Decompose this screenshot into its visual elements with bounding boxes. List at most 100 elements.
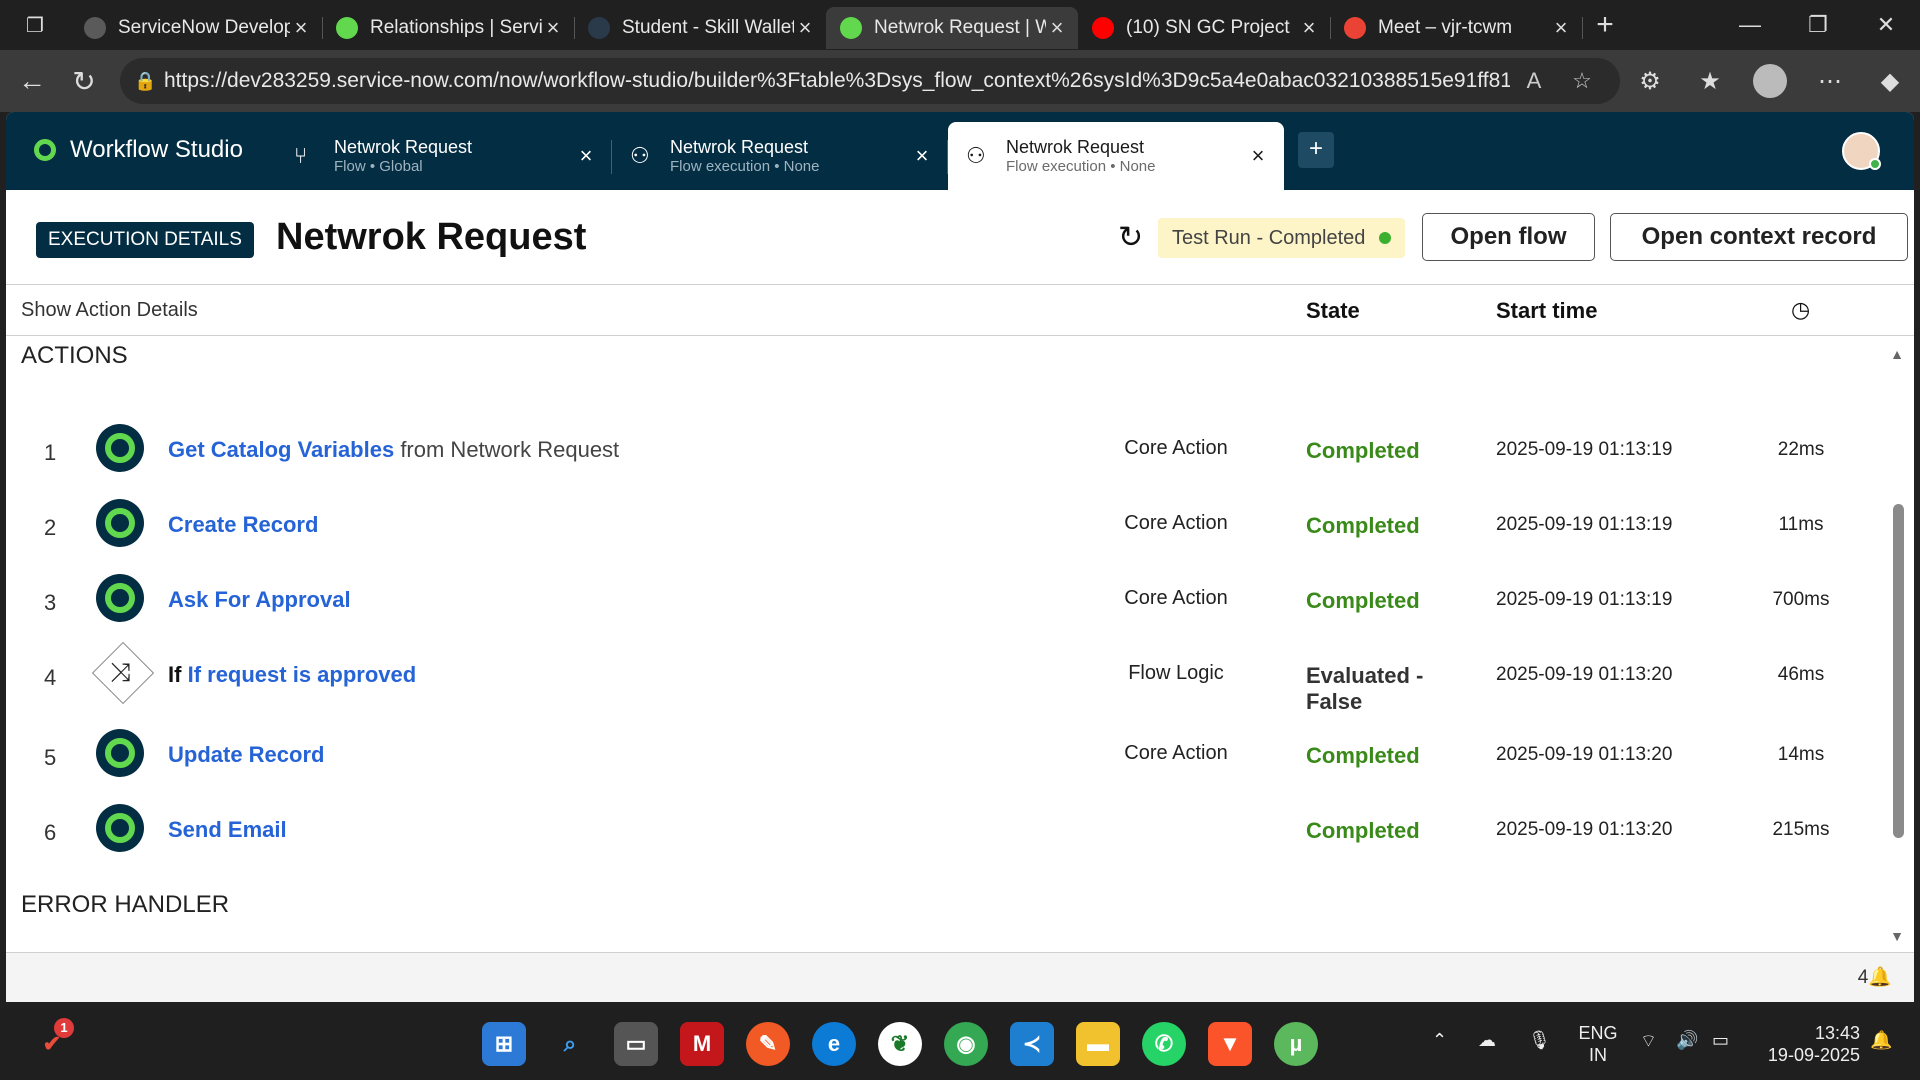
action-name: Send Email [168, 817, 287, 843]
close-tab-icon[interactable]: × [1046, 15, 1068, 41]
browser-tab[interactable]: (10) SN GC Project × [1078, 7, 1331, 49]
volume-icon[interactable]: 🔊 [1676, 1030, 1698, 1051]
profile-avatar[interactable] [1753, 64, 1787, 98]
open-flow-button[interactable]: Open flow [1422, 213, 1595, 261]
show-hidden-icons[interactable]: ⌃ [1432, 1030, 1447, 1051]
action-start-time: 2025-09-19 01:13:19 [1496, 514, 1673, 535]
mcafee-icon[interactable]: M [680, 1022, 724, 1066]
action-state: Completed [1306, 743, 1420, 768]
table-row[interactable]: 2 Create Record Core Action Completed 2025-0… [6, 499, 1886, 561]
browser-tab[interactable]: Relationships | ServiceNow× [322, 7, 575, 49]
status-dot-icon [1379, 232, 1392, 244]
new-tab-button[interactable]: + [1582, 8, 1628, 42]
chrome-icon[interactable]: ◉ [944, 1022, 988, 1066]
action-link[interactable]: Get Catalog Variables [168, 437, 394, 462]
more-menu-icon[interactable]: ⋯ [1800, 67, 1860, 96]
browser-tab[interactable]: Netwrok Request | Workflow× [826, 7, 1078, 49]
action-name: If If request is approved [168, 662, 416, 688]
action-duration: 215ms [1772, 819, 1830, 840]
vscode-icon[interactable]: ≺ [1010, 1022, 1054, 1066]
scrollbar-thumb[interactable] [1893, 504, 1904, 838]
online-status-icon [1869, 158, 1881, 170]
close-tab-icon[interactable]: × [290, 15, 312, 41]
browser-tab-title: ServiceNow Developer [118, 17, 290, 38]
row-number: 6 [44, 820, 57, 845]
restore-icon[interactable]: ❐ [1784, 12, 1852, 38]
action-icon [96, 804, 144, 852]
table-row[interactable]: 6 Send Email Completed 2025-09-19 01:13:20 2… [6, 804, 1886, 866]
favicon-icon [588, 17, 610, 39]
search-icon[interactable]: ⌕ [548, 1022, 592, 1066]
tab-2[interactable]: ⚇ Netwrok Request Flow execution • None × [612, 122, 948, 190]
favorites-icon[interactable]: ★ [1680, 67, 1740, 96]
open-context-record-button[interactable]: Open context record [1610, 213, 1908, 261]
table-row[interactable]: 5 Update Record Core Action Completed 2025-0… [6, 729, 1886, 791]
action-link[interactable]: Send Email [168, 817, 287, 842]
favicon-icon [336, 17, 358, 39]
table-row[interactable]: 4 ⤨ If If request is approved Flow Logic Eva… [6, 641, 1886, 714]
task-view-icon[interactable]: ▭ [614, 1022, 658, 1066]
browser-tab[interactable]: ServiceNow Developer× [70, 7, 323, 49]
notifications-button[interactable]: 4🔔 [1858, 965, 1892, 989]
scroll-up-icon[interactable]: ▲ [1890, 346, 1904, 362]
close-tab-icon[interactable]: × [542, 15, 564, 41]
microphone-icon[interactable]: 🎙 [1528, 1030, 1551, 1051]
action-type: Flow Logic [1128, 662, 1224, 684]
favicon-icon [840, 17, 862, 39]
close-tab-icon[interactable]: × [910, 143, 934, 169]
edge-icon[interactable]: e [812, 1022, 856, 1066]
copilot-icon[interactable]: ◆ [1860, 67, 1920, 96]
browser-tab[interactable]: Student - Skill Wallet × [574, 7, 827, 49]
close-window-icon[interactable]: ✕ [1852, 12, 1920, 38]
start-icon[interactable]: ⊞ [482, 1022, 526, 1066]
whatsapp-icon[interactable]: ✆ [1142, 1022, 1186, 1066]
action-link[interactable]: If request is approved [188, 662, 417, 687]
show-action-details-toggle[interactable]: Show Action Details [21, 299, 198, 322]
close-tab-icon[interactable]: × [1550, 15, 1572, 41]
close-tab-icon[interactable]: × [1246, 143, 1270, 169]
url-text: https://dev283259.service-now.com/now/wo… [164, 69, 1510, 92]
pen-app-icon[interactable]: ✎ [746, 1022, 790, 1066]
row-number: 1 [44, 440, 57, 465]
back-icon[interactable]: ← [6, 65, 58, 97]
notification-center-icon[interactable]: 🔔 [1870, 1030, 1892, 1051]
tab-3[interactable]: ⚇ Netwrok Request Flow execution • None × [948, 122, 1284, 190]
mongodb-icon[interactable]: ❦ [878, 1022, 922, 1066]
action-link[interactable]: Ask For Approval [168, 587, 351, 612]
browser-tab[interactable]: Meet – vjr-tcwm × [1330, 7, 1583, 49]
action-name: Create Record [168, 512, 318, 538]
close-tab-icon[interactable]: × [794, 15, 816, 41]
language-indicator[interactable]: ENG IN [1578, 1022, 1618, 1066]
action-link[interactable]: Update Record [168, 742, 324, 767]
add-tab-button[interactable]: + [1298, 132, 1334, 168]
scroll-down-icon[interactable]: ▼ [1890, 928, 1904, 944]
clock[interactable]: 13:43 19-09-2025 [1760, 1022, 1860, 1066]
brave-icon[interactable]: ▼ [1208, 1022, 1252, 1066]
read-aloud-icon[interactable]: A [1510, 68, 1558, 94]
user-avatar[interactable] [1842, 132, 1881, 170]
browser-tab-title: (10) SN GC Project [1126, 17, 1290, 38]
action-link[interactable]: Create Record [168, 512, 318, 537]
minimize-icon[interactable]: — [1716, 12, 1784, 38]
url-field[interactable]: 🔒 https://dev283259.service-now.com/now/… [120, 58, 1620, 104]
battery-icon[interactable]: ▭ [1712, 1030, 1729, 1051]
table-row[interactable]: 1 Get Catalog Variables from Network Requ… [6, 424, 1886, 486]
wifi-icon[interactable]: ⌔ [1640, 1030, 1657, 1053]
file-explorer-icon[interactable]: ▬ [1076, 1022, 1120, 1066]
taskbar: ✔ 1 ⊞ ⌕ ▭ M ✎ e ❦ ◉ ≺ ▬ ✆ ▼ µ ⌃ ☁ 🎙 ENG … [0, 1008, 1920, 1080]
utorrent-icon[interactable]: µ [1274, 1022, 1318, 1066]
tab-1[interactable]: ⑂ Netwrok Request Flow • Global × [276, 122, 612, 190]
close-tab-icon[interactable]: × [574, 143, 598, 169]
refresh-icon[interactable]: ↻ [1118, 220, 1143, 255]
taskbar-widget-icon[interactable]: ✔ 1 [30, 1018, 74, 1066]
table-row[interactable]: 3 Ask For Approval Core Action Completed 202… [6, 574, 1886, 636]
bell-icon: 🔔 [1868, 967, 1892, 988]
onedrive-icon[interactable]: ☁ [1478, 1030, 1496, 1051]
extensions-icon[interactable]: ⚙ [1620, 67, 1680, 96]
workspaces-icon[interactable]: ❐ [0, 0, 70, 50]
execution-details-badge: EXECUTION DETAILS [36, 222, 254, 258]
reload-icon[interactable]: ↻ [58, 65, 110, 98]
close-tab-icon[interactable]: × [1298, 15, 1320, 41]
action-type: Core Action [1124, 437, 1228, 459]
favorite-star-icon[interactable]: ☆ [1558, 68, 1606, 94]
